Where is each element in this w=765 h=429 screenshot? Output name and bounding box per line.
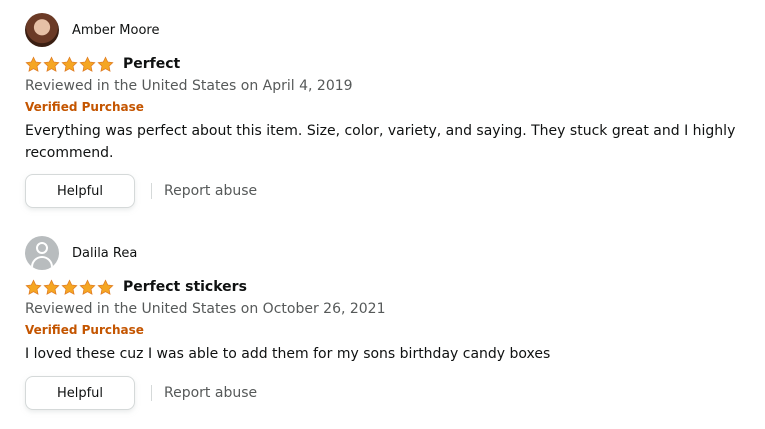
review-title-row: Perfect (25, 53, 755, 75)
review-title[interactable]: Perfect stickers (123, 279, 247, 295)
review-date: Reviewed in the United States on April 4… (25, 78, 353, 94)
star-icon (43, 55, 60, 72)
helpful-button[interactable]: Helpful (25, 174, 135, 208)
review-body: Everything was perfect about this item. … (25, 123, 736, 161)
verified-purchase-badge: Verified Purchase (25, 100, 144, 114)
review-title[interactable]: Perfect (123, 56, 180, 72)
star-icon (61, 55, 78, 72)
review-actions: Helpful Report abuse (25, 376, 755, 410)
report-abuse-link[interactable]: Report abuse (164, 385, 257, 401)
divider (151, 385, 152, 401)
avatar (25, 13, 59, 47)
reviewer-profile[interactable]: Dalila Rea (25, 236, 755, 270)
default-user-avatar-icon (25, 236, 59, 270)
divider (151, 183, 152, 199)
star-icon (25, 55, 42, 72)
star-icon (61, 278, 78, 295)
star-icon (79, 278, 96, 295)
reviewer-name[interactable]: Amber Moore (72, 23, 159, 38)
review-item: Amber Moore Perfect Reviewed in the Unit… (25, 13, 755, 208)
star-rating[interactable] (25, 55, 114, 73)
review-actions: Helpful Report abuse (25, 174, 755, 208)
review-date: Reviewed in the United States on October… (25, 301, 386, 317)
report-abuse-link[interactable]: Report abuse (164, 183, 257, 199)
review-item: Dalila Rea Perfect stickers Reviewed in … (25, 236, 755, 410)
reviewer-profile[interactable]: Amber Moore (25, 13, 755, 47)
reviewer-name[interactable]: Dalila Rea (72, 246, 137, 261)
star-icon (97, 278, 114, 295)
star-icon (43, 278, 60, 295)
star-icon (25, 278, 42, 295)
star-rating[interactable] (25, 278, 114, 296)
review-body: I loved these cuz I was able to add them… (25, 346, 551, 362)
verified-purchase-badge: Verified Purchase (25, 323, 144, 337)
star-icon (97, 55, 114, 72)
review-title-row: Perfect stickers (25, 276, 755, 298)
star-icon (79, 55, 96, 72)
helpful-button[interactable]: Helpful (25, 376, 135, 410)
